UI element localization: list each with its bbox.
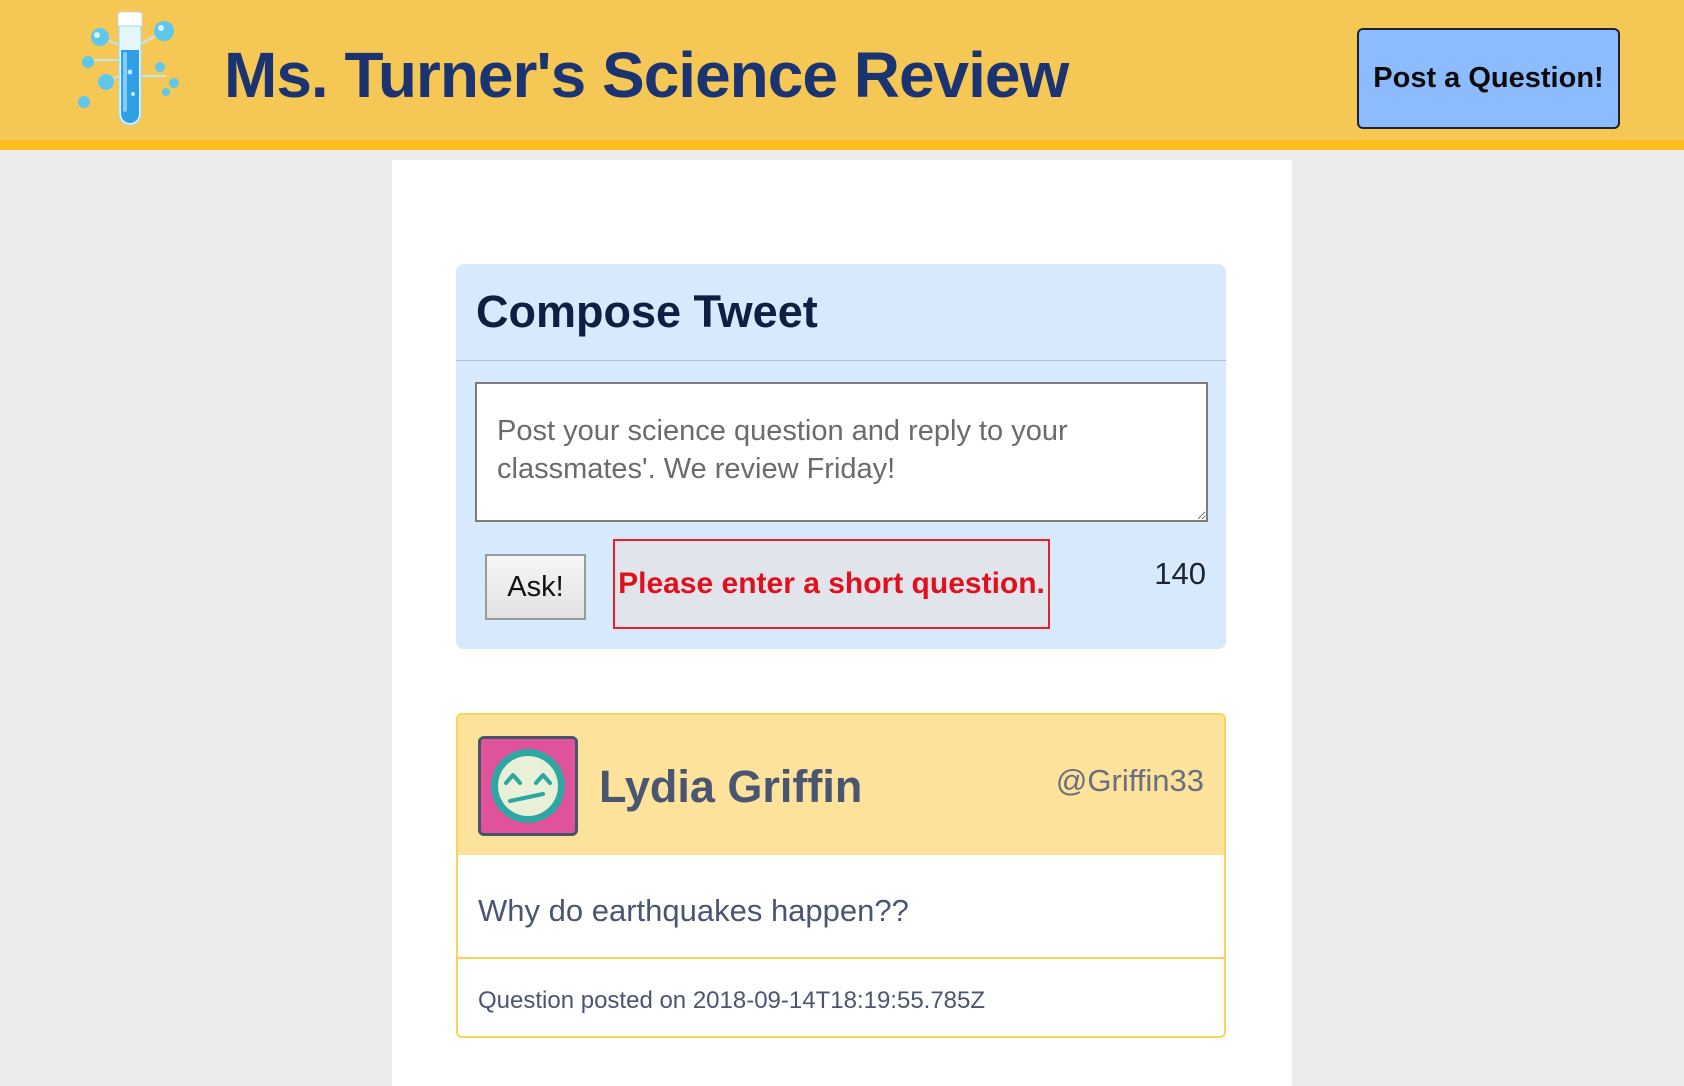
error-message: Please enter a short question. bbox=[613, 539, 1050, 629]
tweet-divider bbox=[458, 957, 1224, 959]
tweet-author-name: Lydia Griffin bbox=[599, 761, 863, 812]
tweet-timestamp: Question posted on 2018-09-14T18:19:55.7… bbox=[478, 987, 986, 1014]
tweet-card: Lydia Griffin @Griffin33 Why do earthqua… bbox=[456, 713, 1226, 1038]
avatar bbox=[478, 736, 578, 836]
question-input[interactable] bbox=[475, 382, 1208, 522]
compose-title: Compose Tweet bbox=[476, 286, 818, 337]
test-tube-icon bbox=[78, 11, 179, 126]
tweet-author-handle: @Griffin33 bbox=[1055, 763, 1204, 798]
character-counter: 140 bbox=[1154, 556, 1206, 591]
site-header: Ms. Turner's Science Review Post a Quest… bbox=[0, 0, 1684, 150]
compose-divider bbox=[456, 360, 1226, 361]
main-content: Compose Tweet Ask! Please enter a short … bbox=[392, 160, 1292, 1086]
error-message-text: Please enter a short question. bbox=[618, 567, 1045, 600]
tweet-content: Why do earthquakes happen?? bbox=[478, 893, 909, 928]
site-title: Ms. Turner's Science Review bbox=[224, 39, 1069, 111]
tweet-header: Lydia Griffin @Griffin33 bbox=[458, 715, 1224, 855]
compose-panel: Compose Tweet Ask! Please enter a short … bbox=[456, 264, 1226, 649]
post-question-button[interactable]: Post a Question! bbox=[1357, 28, 1620, 129]
ask-button[interactable]: Ask! bbox=[485, 554, 586, 620]
grimacing-face-icon bbox=[491, 749, 565, 823]
